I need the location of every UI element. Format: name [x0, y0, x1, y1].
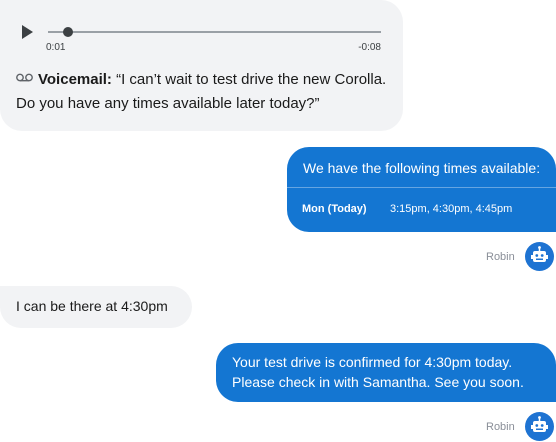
elapsed-time: 0:01 — [46, 42, 66, 53]
audio-scrubber-handle[interactable] — [62, 27, 73, 37]
play-icon[interactable] — [20, 24, 34, 40]
customer-reply-message: I can be there at 4:30pm — [0, 286, 192, 328]
message-text: Your test drive is confirmed for 4:30pm … — [232, 354, 524, 390]
remaining-time: -0:08 — [358, 42, 381, 53]
time-slots: 3:15pm, 4:30pm, 4:45pm — [390, 203, 513, 215]
available-times-message: We have the following times available: M… — [287, 147, 556, 232]
agent-name: Robin — [486, 421, 515, 433]
voicemail-message: 0:01 -0:08 Voicemail: “I can’t wait to t… — [0, 0, 403, 131]
divider — [287, 187, 556, 188]
times-heading: We have the following times available: — [303, 160, 541, 176]
robot-icon — [531, 416, 548, 432]
confirmation-message: Your test drive is confirmed for 4:30pm … — [216, 343, 556, 402]
day-label: Mon (Today) — [302, 203, 367, 215]
bot-avatar — [525, 242, 554, 271]
audio-progress-track[interactable] — [48, 31, 381, 33]
voicemail-label: Voicemail: — [38, 71, 112, 88]
voicemail-transcript: Voicemail: “I can’t wait to test drive t… — [16, 68, 396, 116]
agent-name: Robin — [486, 251, 515, 263]
bot-avatar — [525, 412, 554, 441]
message-text: I can be there at 4:30pm — [16, 298, 168, 314]
robot-icon — [531, 246, 548, 262]
